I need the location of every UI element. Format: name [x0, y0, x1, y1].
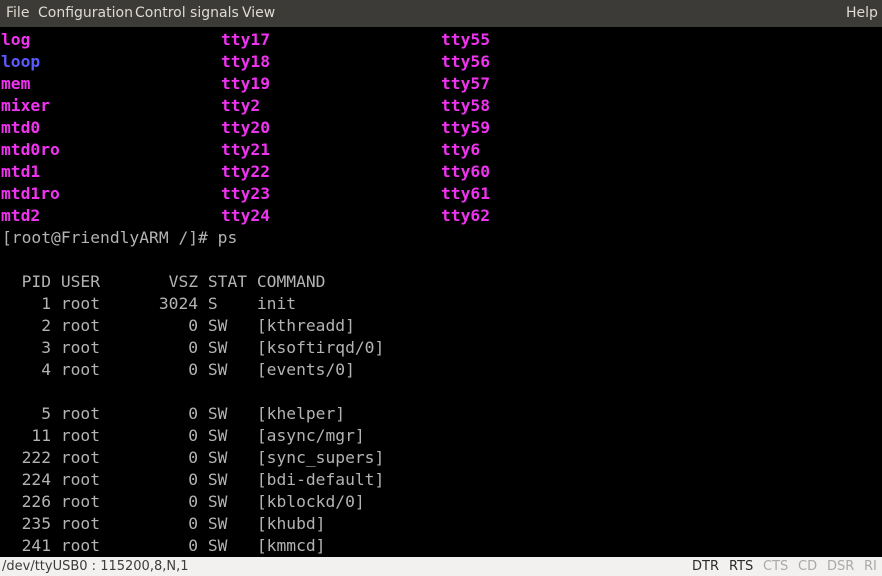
- signal-rts: RTS: [729, 559, 754, 574]
- menu-file[interactable]: File: [6, 5, 29, 21]
- ps-row: 224 root 0 SW [bdi-default]: [2, 470, 385, 489]
- ps-header: PID USER VSZ STAT COMMAND: [2, 272, 326, 291]
- signal-cd: CD: [798, 559, 818, 574]
- ls-entry: tty24: [221, 206, 271, 225]
- ps-row: 241 root 0 SW [kmmcd]: [2, 536, 326, 555]
- ls-entry: mixer: [1, 96, 51, 115]
- ps-row: 1 root 3024 S init: [2, 294, 297, 313]
- ps-row: 222 root 0 SW [sync_supers]: [2, 448, 385, 467]
- ls-entry: mtd1: [1, 162, 41, 181]
- shell-prompt-line: [root@FriendlyARM /]# ps: [2, 228, 238, 247]
- ls-entry: tty58: [441, 96, 491, 115]
- ls-entry: mtd0ro: [1, 140, 60, 159]
- ls-entry: tty60: [441, 162, 491, 181]
- ps-row: 5 root 0 SW [khelper]: [2, 404, 346, 423]
- ls-entry: tty59: [441, 118, 491, 137]
- port-settings: /dev/ttyUSB0 : 115200,8,N,1: [2, 559, 189, 574]
- signal-dsr: DSR: [827, 559, 855, 574]
- ls-entry: tty2: [221, 96, 261, 115]
- ls-entry: mtd1ro: [1, 184, 60, 203]
- signal-cts: CTS: [763, 559, 789, 574]
- ps-row: 235 root 0 SW [khubd]: [2, 514, 326, 533]
- signal-dtr: DTR: [692, 559, 719, 574]
- ls-entry: tty61: [441, 184, 491, 203]
- ls-entry: tty21: [221, 140, 271, 159]
- menu-bar: File Configuration Control signals View …: [0, 0, 882, 27]
- ls-entry: tty57: [441, 74, 491, 93]
- ps-row: 4 root 0 SW [events/0]: [2, 360, 355, 379]
- menu-help[interactable]: Help: [846, 5, 878, 21]
- ls-entry: mem: [1, 74, 31, 93]
- ls-entry: tty62: [441, 206, 491, 225]
- menu-configuration[interactable]: Configuration: [38, 5, 133, 21]
- status-bar: /dev/ttyUSB0 : 115200,8,N,1 DTR RTS CTS …: [0, 557, 882, 576]
- ls-entry: mtd2: [1, 206, 41, 225]
- ps-row: 11 root 0 SW [async/mgr]: [2, 426, 365, 445]
- ls-entry: tty22: [221, 162, 271, 181]
- signal-ri: RI: [864, 559, 877, 574]
- ps-row: 3 root 0 SW [ksoftirqd/0]: [2, 338, 385, 357]
- menu-view[interactable]: View: [242, 5, 275, 21]
- ls-entry: tty20: [221, 118, 271, 137]
- ps-row: 226 root 0 SW [kblockd/0]: [2, 492, 365, 511]
- ps-row: 2 root 0 SW [kthreadd]: [2, 316, 355, 335]
- ls-entry: mtd0: [1, 118, 41, 137]
- ls-entry: tty23: [221, 184, 271, 203]
- ls-entry: tty6: [441, 140, 481, 159]
- ls-entry: tty19: [221, 74, 271, 93]
- ls-entry: loop: [1, 52, 41, 71]
- ls-entry: log: [1, 30, 31, 49]
- menu-control-signals[interactable]: Control signals: [135, 5, 239, 21]
- ls-entry: tty55: [441, 30, 491, 49]
- ls-entry: tty18: [221, 52, 271, 71]
- ls-entry: tty17: [221, 30, 271, 49]
- terminal-output[interactable]: log loop mem mixer mtd0 mtd0ro mtd1 mtd1ro mtd2 t…: [0, 27, 882, 557]
- ls-entry: tty56: [441, 52, 491, 71]
